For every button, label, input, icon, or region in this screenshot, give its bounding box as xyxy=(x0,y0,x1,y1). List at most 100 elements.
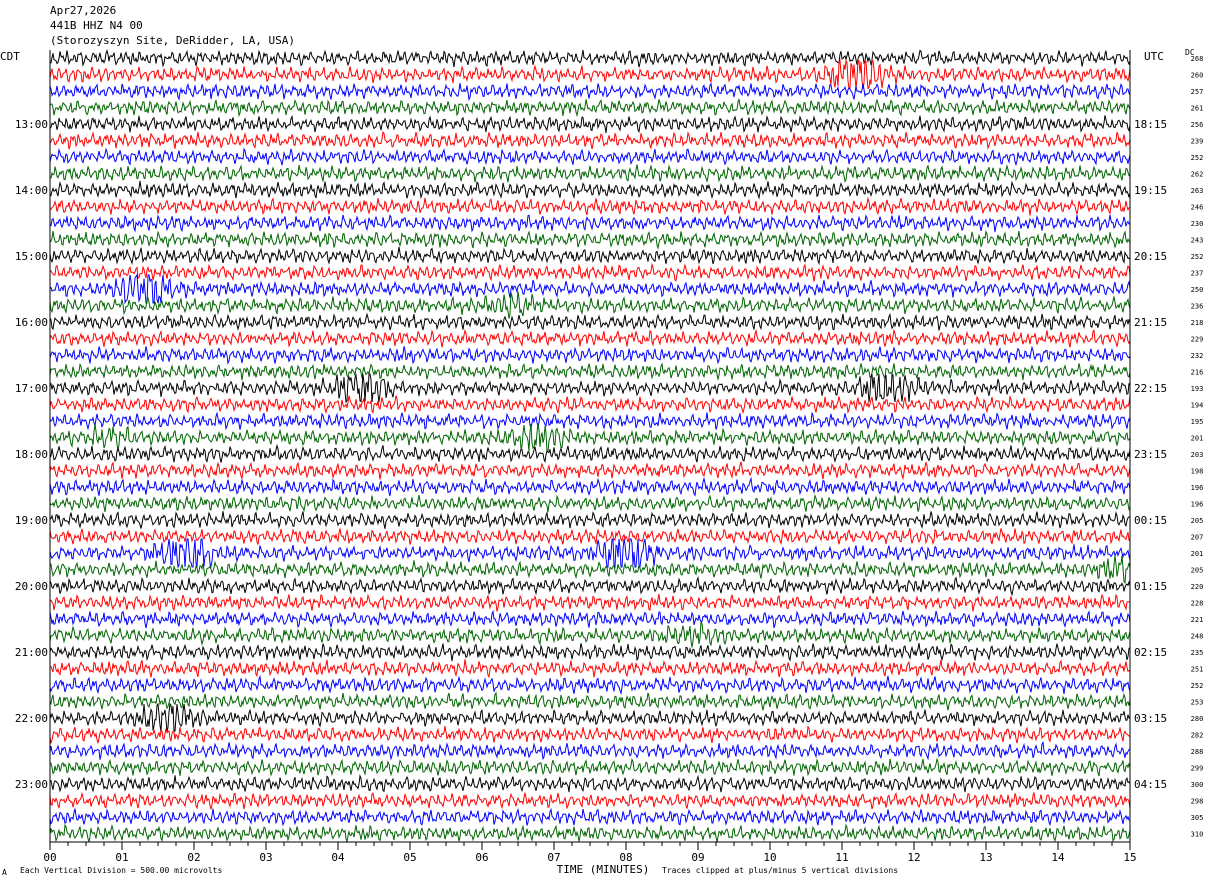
dc-offset-value: 236 xyxy=(1191,303,1204,311)
footer-marker: A xyxy=(2,868,7,877)
seismic-trace xyxy=(49,49,1131,68)
dc-offset-value: 216 xyxy=(1191,369,1204,377)
dc-offset-value: 262 xyxy=(1191,171,1204,179)
x-tick-label: 02 xyxy=(187,851,200,864)
x-tick-label: 11 xyxy=(835,851,848,864)
dc-offset-value: 203 xyxy=(1191,451,1204,459)
seismic-trace xyxy=(49,674,1131,696)
dc-offset-value: 253 xyxy=(1191,699,1204,707)
dc-offset-value: 243 xyxy=(1191,237,1204,245)
seismic-trace xyxy=(49,593,1131,613)
dc-offset-value: 196 xyxy=(1191,501,1204,509)
dc-offset-value: 201 xyxy=(1191,435,1204,443)
x-tick-label: 10 xyxy=(763,851,776,864)
dc-offset-value: 207 xyxy=(1191,534,1204,542)
dc-offset-value: 282 xyxy=(1191,732,1204,740)
x-axis-title: TIME (MINUTES) xyxy=(557,863,650,876)
cdt-hour-label: 16:00 xyxy=(15,316,48,329)
seismic-trace xyxy=(49,328,1131,348)
seismic-trace xyxy=(49,823,1131,844)
seismic-trace xyxy=(49,527,1130,546)
seismic-trace xyxy=(49,757,1131,777)
dc-offset-value: 298 xyxy=(1191,798,1204,806)
dc-offset-value: 305 xyxy=(1191,814,1204,822)
seismic-trace xyxy=(49,291,1131,319)
seismic-trace xyxy=(49,621,1131,648)
dc-offset-value: 229 xyxy=(1191,336,1204,344)
utc-hour-label: 03:15 xyxy=(1134,712,1167,725)
dc-offset-value: 252 xyxy=(1191,682,1204,690)
utc-hour-label: 23:15 xyxy=(1134,448,1167,461)
dc-offset-value: 205 xyxy=(1191,567,1204,575)
seismic-trace xyxy=(49,82,1131,101)
seismic-trace xyxy=(49,229,1131,250)
seismic-trace xyxy=(49,196,1131,216)
seismic-trace xyxy=(49,147,1131,167)
dc-offset-value: 299 xyxy=(1191,765,1204,773)
dc-offset-value: 261 xyxy=(1191,105,1204,113)
seismic-trace xyxy=(49,411,1131,431)
dc-offset-value: 220 xyxy=(1191,583,1204,591)
seismic-trace xyxy=(49,510,1131,529)
dc-offset-value: 195 xyxy=(1191,418,1204,426)
utc-hour-label: 19:15 xyxy=(1134,184,1167,197)
utc-hour-label: 01:15 xyxy=(1134,580,1167,593)
dc-offset-value: 230 xyxy=(1191,220,1204,228)
x-tick-label: 01 xyxy=(115,851,128,864)
dc-offset-value: 237 xyxy=(1191,270,1204,278)
cdt-hour-label: 20:00 xyxy=(15,580,48,593)
seismic-trace xyxy=(49,164,1131,183)
x-tick-label: 00 xyxy=(43,851,56,864)
utc-hour-label: 20:15 xyxy=(1134,250,1167,263)
x-tick-label: 06 xyxy=(475,851,488,864)
seismic-trace xyxy=(49,725,1131,744)
seismic-trace xyxy=(49,643,1131,662)
cdt-hour-label: 21:00 xyxy=(15,646,48,659)
x-tick-label: 14 xyxy=(1051,851,1065,864)
seismic-trace xyxy=(49,575,1131,597)
x-tick-label: 12 xyxy=(907,851,920,864)
utc-hour-label: 04:15 xyxy=(1134,778,1167,791)
seismic-trace xyxy=(49,114,1131,134)
dc-offset-value: 252 xyxy=(1191,253,1204,261)
cdt-hour-label: 23:00 xyxy=(15,778,48,791)
dc-offset-value: 198 xyxy=(1191,468,1204,476)
seismic-trace xyxy=(49,461,1131,481)
x-tick-label: 09 xyxy=(691,851,704,864)
dc-offset-value: 300 xyxy=(1191,781,1204,789)
dc-offset-value: 251 xyxy=(1191,666,1204,674)
dc-offset-value: 205 xyxy=(1191,517,1204,525)
seismic-trace xyxy=(49,443,1131,464)
dc-offset-value: 201 xyxy=(1191,550,1204,558)
dc-offset-value: 280 xyxy=(1191,715,1204,723)
seismic-trace xyxy=(49,659,1131,679)
seismic-trace xyxy=(49,791,1131,810)
dc-offset-value: 218 xyxy=(1191,319,1204,327)
seismic-trace xyxy=(49,131,1131,150)
cdt-hour-label: 17:00 xyxy=(15,382,48,395)
x-tick-label: 04 xyxy=(331,851,345,864)
x-tick-label: 03 xyxy=(259,851,272,864)
cdt-hour-label: 22:00 xyxy=(15,712,48,725)
seismic-trace xyxy=(49,312,1131,331)
x-tick-label: 05 xyxy=(403,851,416,864)
dc-offset-value: 221 xyxy=(1191,616,1204,624)
cdt-hour-label: 18:00 xyxy=(15,448,48,461)
dc-offset-value: 252 xyxy=(1191,154,1204,162)
helicorder-chart: 00 01 02 03 04 05 06 07 08 09 10 11 12 13 14 15TIME (MI… xyxy=(15,49,1204,876)
seismic-trace xyxy=(49,476,1131,497)
dc-offset-value: 228 xyxy=(1191,600,1204,608)
seismic-trace xyxy=(49,774,1131,793)
utc-hour-label: 22:15 xyxy=(1134,382,1167,395)
seismic-trace xyxy=(49,394,1131,415)
seismic-trace xyxy=(49,273,1131,305)
dc-offset-value: 263 xyxy=(1191,187,1204,195)
dc-offset-value: 310 xyxy=(1191,831,1204,839)
seismic-trace xyxy=(49,702,1131,733)
utc-hour-label: 18:15 xyxy=(1134,118,1167,131)
seismic-trace xyxy=(49,214,1131,233)
seismic-trace xyxy=(49,691,1131,711)
seismic-trace xyxy=(49,262,1131,282)
seismic-trace xyxy=(49,423,1131,452)
seismic-trace xyxy=(49,493,1131,513)
